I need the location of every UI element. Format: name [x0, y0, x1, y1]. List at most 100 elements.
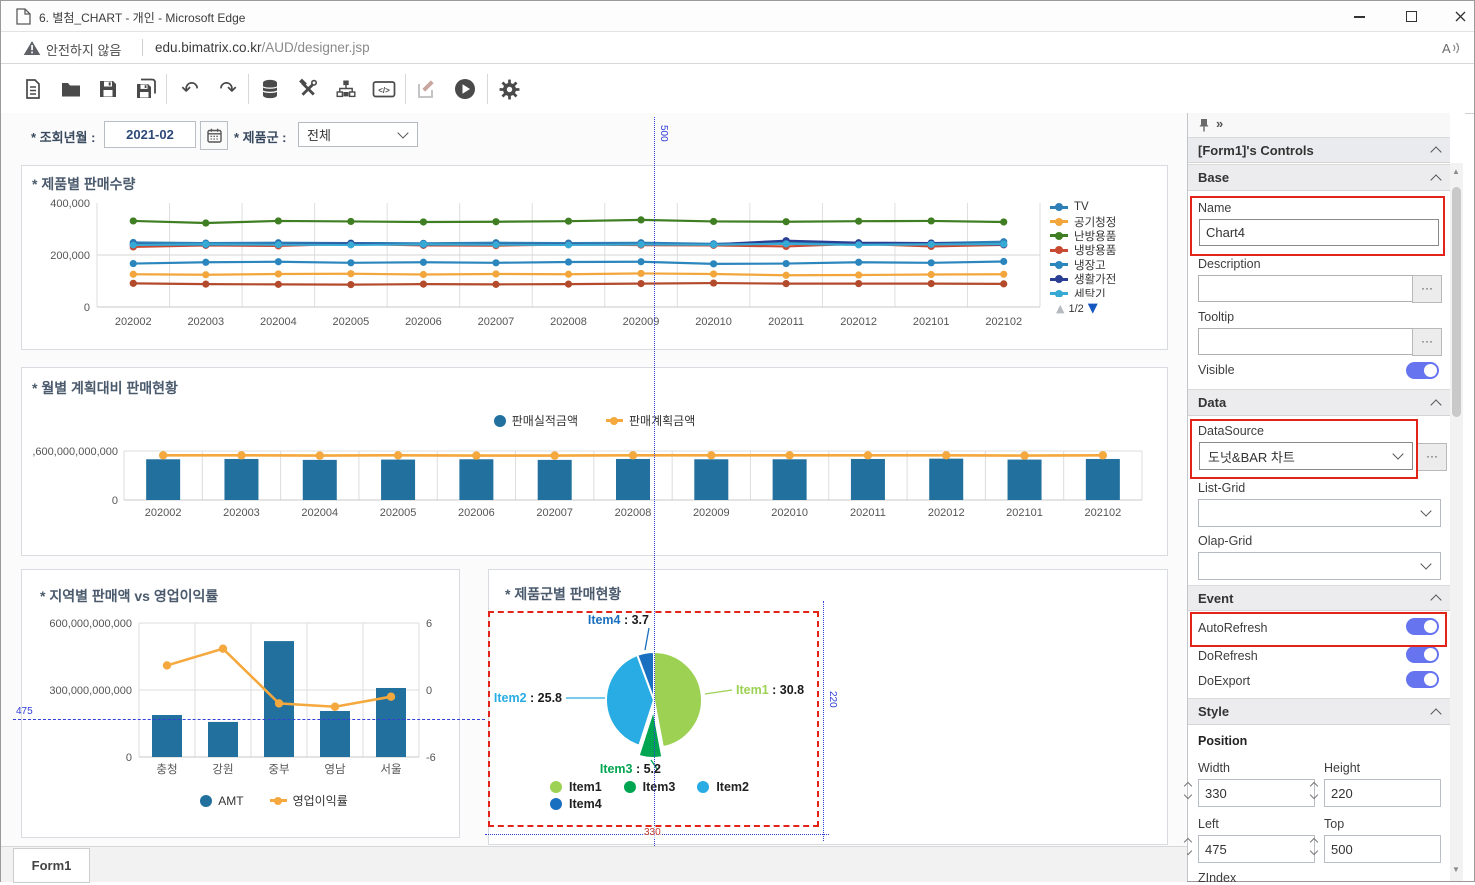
listgrid-label: List-Grid — [1198, 481, 1245, 495]
dorefresh-toggle[interactable] — [1406, 646, 1439, 663]
doexport-toggle[interactable] — [1406, 671, 1439, 688]
description-more-button[interactable]: ··· — [1412, 275, 1442, 303]
window-title: 6. 별첨_CHART - 개인 - Microsoft Edge — [39, 9, 245, 26]
url-domain: edu.bimatrix.co.kr — [155, 40, 262, 55]
svg-text:202008: 202008 — [615, 507, 652, 519]
tooltip-label: Tooltip — [1198, 310, 1234, 324]
svg-text:202006: 202006 — [405, 316, 442, 328]
visible-toggle[interactable] — [1406, 362, 1439, 379]
svg-text:202007: 202007 — [536, 507, 573, 519]
vertical-guide-label: 500 — [658, 125, 669, 142]
legend-item[interactable]: 세탁기 — [1050, 286, 1162, 297]
edit-icon[interactable] — [415, 77, 439, 101]
collapse-panel-icon[interactable]: » — [1216, 116, 1223, 131]
autorefresh-label: AutoRefresh — [1198, 621, 1267, 635]
redo-icon[interactable]: ↷ — [216, 77, 240, 101]
pin-icon[interactable] — [1198, 118, 1210, 132]
chart-card-region[interactable]: * 지역별 판매액 vs 영업이익률 0300,000,000,000600,0… — [21, 569, 460, 838]
tooltip-input[interactable] — [1198, 328, 1441, 355]
section-base[interactable]: Base — [1188, 164, 1450, 191]
minimize-button[interactable] — [1344, 8, 1374, 26]
legend-page-down-icon[interactable]: ▼ — [1088, 301, 1098, 316]
chart-card-product-sales[interactable]: * 제품별 판매수량 0200,000400,00020200220200320… — [21, 165, 1168, 350]
olapgrid-select[interactable] — [1198, 552, 1441, 580]
source-code-icon[interactable]: </> — [372, 77, 396, 101]
chart-card-monthly-plan[interactable]: * 월별 계획대비 판매현황 판매실적금액 판매계획금액 01,600,000,… — [21, 367, 1168, 556]
section-style[interactable]: Style — [1188, 698, 1450, 725]
maximize-button[interactable] — [1396, 8, 1426, 26]
legend-swatch — [200, 795, 212, 807]
section-event[interactable]: Event — [1188, 585, 1450, 611]
scroll-down-icon[interactable]: ▼ — [1452, 865, 1460, 874]
description-input[interactable] — [1198, 275, 1441, 302]
save-all-icon[interactable] — [134, 77, 158, 101]
run-icon[interactable] — [453, 77, 477, 101]
scrollbar-thumb[interactable] — [1452, 187, 1461, 417]
settings-gear-icon[interactable] — [497, 77, 521, 101]
svg-text:600,000,000,000: 600,000,000,000 — [49, 618, 132, 630]
pie-legend[interactable]: Item1 Item3 Item2 Item4 — [550, 780, 790, 811]
top-input[interactable] — [1324, 835, 1441, 863]
read-aloud-icon[interactable]: A — [1439, 39, 1461, 57]
svg-text:영남: 영남 — [324, 763, 346, 776]
left-input[interactable] — [1198, 835, 1315, 863]
datasource-select[interactable]: 도넛&BAR 차트 — [1199, 442, 1413, 470]
security-warning-label[interactable]: 안전하지 않음 — [46, 40, 121, 59]
panel-scrollbar[interactable]: ▲ ▼ — [1450, 163, 1463, 881]
designer-canvas[interactable]: * 조회년월 : * 제품군 : 전체 * 제품별 판매수량 0200,0004… — [1, 113, 1187, 846]
svg-text:202101: 202101 — [913, 316, 950, 328]
legend-item[interactable]: 냉방용품 — [1050, 243, 1162, 257]
url-text[interactable]: edu.bimatrix.co.kr/AUD/designer.jsp — [155, 40, 370, 55]
height-input[interactable] — [1324, 779, 1441, 807]
name-input[interactable] — [1199, 219, 1439, 246]
toolbar-separator — [487, 74, 488, 104]
section-data[interactable]: Data — [1188, 389, 1450, 416]
legend-item[interactable]: Item2 — [697, 780, 749, 794]
legend-label: 영업이익률 — [293, 792, 348, 809]
hierarchy-icon[interactable] — [334, 77, 358, 101]
legend-page-up-icon[interactable]: ▲ — [1056, 302, 1064, 315]
autorefresh-toggle[interactable] — [1406, 618, 1439, 635]
legend-item[interactable]: Item3 — [624, 780, 676, 794]
datasource-more-button[interactable]: ··· — [1417, 443, 1447, 471]
product-filter-label: * 제품군 : — [234, 127, 287, 146]
calendar-button[interactable] — [200, 121, 228, 150]
svg-text:0: 0 — [112, 495, 118, 507]
database-icon[interactable] — [258, 77, 282, 101]
doexport-label: DoExport — [1198, 674, 1250, 688]
tools-icon[interactable] — [296, 77, 320, 101]
close-button[interactable] — [1445, 8, 1475, 26]
datasource-value: 도넛&BAR 차트 — [1208, 447, 1295, 466]
chart1-legend[interactable]: TV공기청정난방용품냉방용품냉장고생활가전세탁기 — [1050, 200, 1162, 297]
chevron-down-icon — [397, 127, 408, 138]
legend-item: 판매계획금액 — [606, 412, 695, 429]
tooltip-more-button[interactable]: ··· — [1412, 328, 1442, 356]
tab-form1[interactable]: Form1 — [13, 848, 90, 883]
legend-item[interactable]: Item4 — [550, 797, 602, 811]
new-document-icon[interactable] — [21, 77, 45, 101]
width-input[interactable] — [1198, 779, 1315, 807]
undo-icon[interactable]: ↶ — [178, 77, 202, 101]
legend-item[interactable]: Item1 — [550, 780, 602, 794]
panel-header[interactable]: [Form1]'s Controls — [1188, 137, 1450, 163]
date-input[interactable] — [104, 121, 196, 148]
legend-item[interactable]: TV — [1050, 200, 1162, 214]
save-icon[interactable] — [96, 77, 120, 101]
legend-item[interactable]: 난방용품 — [1050, 229, 1162, 243]
legend-label: AMT — [218, 794, 243, 808]
form-tab-label: Form1 — [32, 858, 72, 873]
product-select-value: 전체 — [307, 125, 331, 144]
scroll-up-icon[interactable]: ▲ — [1452, 167, 1460, 176]
svg-text:202101: 202101 — [1006, 507, 1043, 519]
listgrid-select[interactable] — [1198, 499, 1441, 527]
legend-item[interactable]: 냉장고 — [1050, 258, 1162, 272]
dorefresh-label: DoRefresh — [1198, 649, 1258, 663]
address-bar: 안전하지 않음 edu.bimatrix.co.kr/AUD/designer.… — [1, 32, 1474, 64]
product-select[interactable]: 전체 — [298, 122, 418, 147]
open-folder-icon[interactable] — [59, 77, 83, 101]
legend-pagination: ▲ 1/2 ▼ — [1056, 301, 1098, 316]
legend-item[interactable]: 공기청정 — [1050, 214, 1162, 228]
svg-text:1,600,000,000,000: 1,600,000,000,000 — [32, 446, 118, 458]
legend-item[interactable]: 생활가전 — [1050, 272, 1162, 286]
footer-bar: Form1 — [1, 846, 1187, 882]
